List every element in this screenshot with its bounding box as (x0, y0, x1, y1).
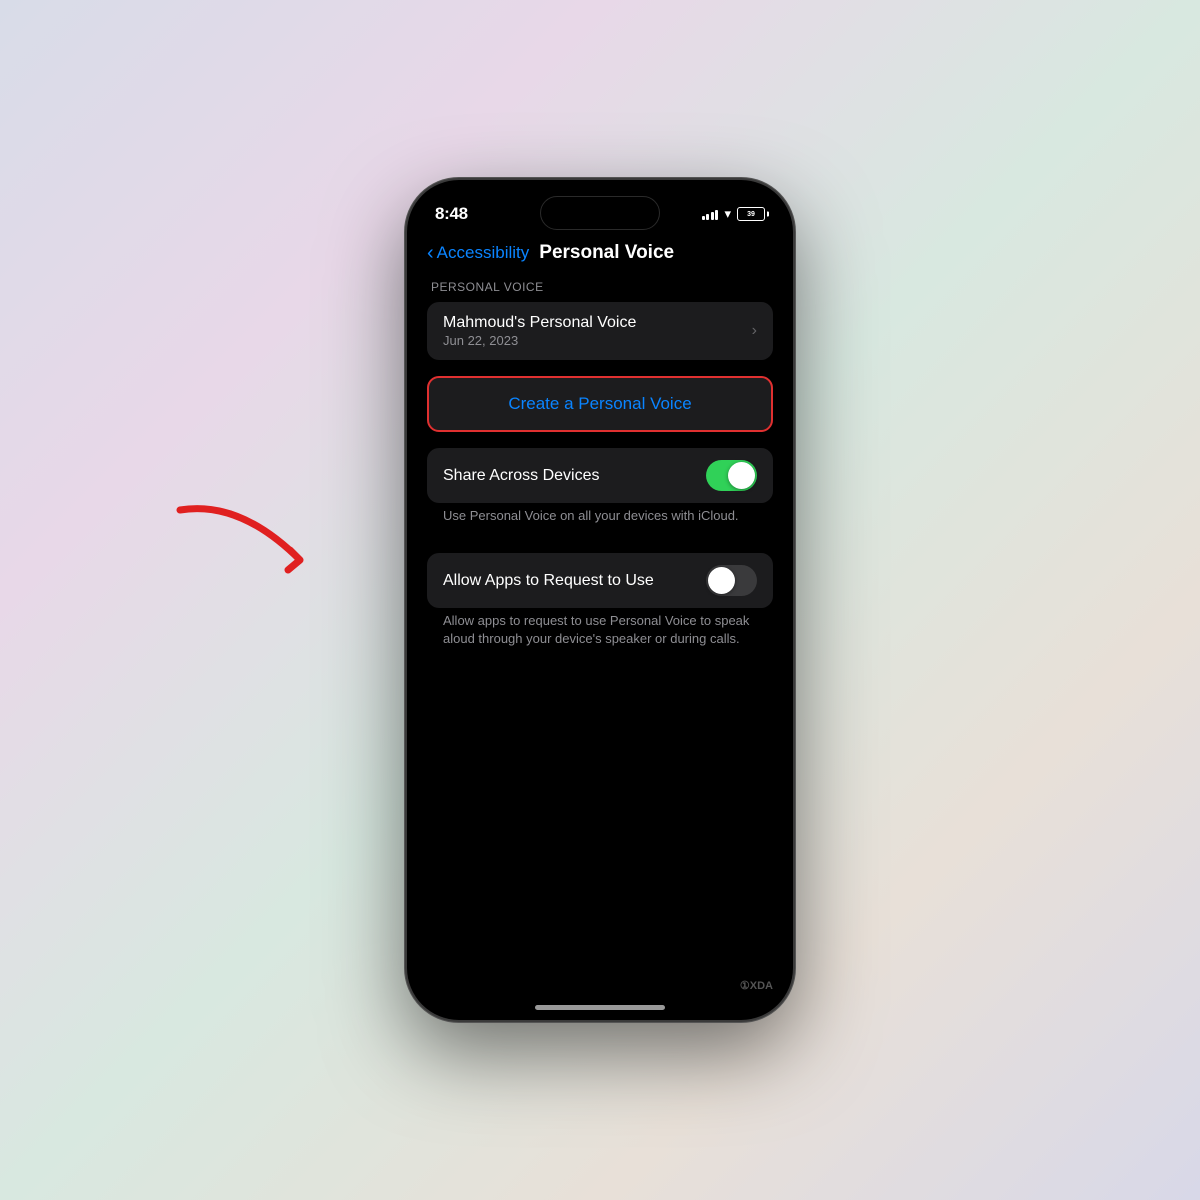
nav-header: ‹ Accessibility Personal Voice (407, 234, 793, 276)
voice-entry-content: Mahmoud's Personal Voice Jun 22, 2023 (443, 314, 752, 348)
allow-apps-toggle-knob (708, 567, 735, 594)
page-title: Personal Voice (539, 242, 674, 264)
share-across-devices-description: Use Personal Voice on all your devices w… (427, 503, 773, 537)
allow-apps-card: Allow Apps to Request to Use (427, 553, 773, 608)
toggle-knob (728, 462, 755, 489)
scene: 8:48 ▾ 39 (0, 0, 1200, 1200)
back-label: Accessibility (437, 243, 530, 263)
xda-watermark: ①XDA (740, 979, 773, 992)
allow-apps-label: Allow Apps to Request to Use (443, 572, 654, 590)
notch-area (407, 180, 793, 234)
home-indicator[interactable] (535, 1005, 665, 1010)
voice-entry-row[interactable]: Mahmoud's Personal Voice Jun 22, 2023 › (427, 302, 773, 360)
allow-apps-row: Allow Apps to Request to Use (427, 553, 773, 608)
create-personal-voice-card: Create a Personal Voice (427, 376, 773, 432)
allow-apps-description: Allow apps to request to use Personal Vo… (427, 608, 773, 660)
share-across-devices-toggle[interactable] (706, 460, 757, 491)
voice-entry-name: Mahmoud's Personal Voice (443, 314, 752, 332)
section-label-personal-voice: PERSONAL VOICE (431, 280, 773, 294)
allow-apps-section: Allow Apps to Request to Use Allow apps … (427, 553, 773, 660)
back-chevron-icon: ‹ (427, 243, 434, 263)
arrow-annotation (160, 490, 380, 610)
phone-screen: 8:48 ▾ 39 (407, 180, 793, 1020)
share-across-devices-card: Share Across Devices (427, 448, 773, 503)
back-button[interactable]: ‹ Accessibility (427, 243, 529, 263)
create-personal-voice-button[interactable]: Create a Personal Voice (429, 378, 771, 430)
chevron-right-icon: › (752, 322, 757, 340)
allow-apps-toggle[interactable] (706, 565, 757, 596)
dynamic-island (540, 196, 660, 230)
share-across-devices-row: Share Across Devices (427, 448, 773, 503)
personal-voice-list: Mahmoud's Personal Voice Jun 22, 2023 › (427, 302, 773, 360)
create-personal-voice-label: Create a Personal Voice (445, 394, 755, 414)
phone-frame: 8:48 ▾ 39 (405, 178, 795, 1022)
share-across-devices-label: Share Across Devices (443, 467, 600, 485)
content-area: PERSONAL VOICE Mahmoud's Personal Voice … (407, 276, 793, 661)
share-across-devices-section: Share Across Devices Use Personal Voice … (427, 448, 773, 537)
voice-entry-date: Jun 22, 2023 (443, 333, 752, 348)
